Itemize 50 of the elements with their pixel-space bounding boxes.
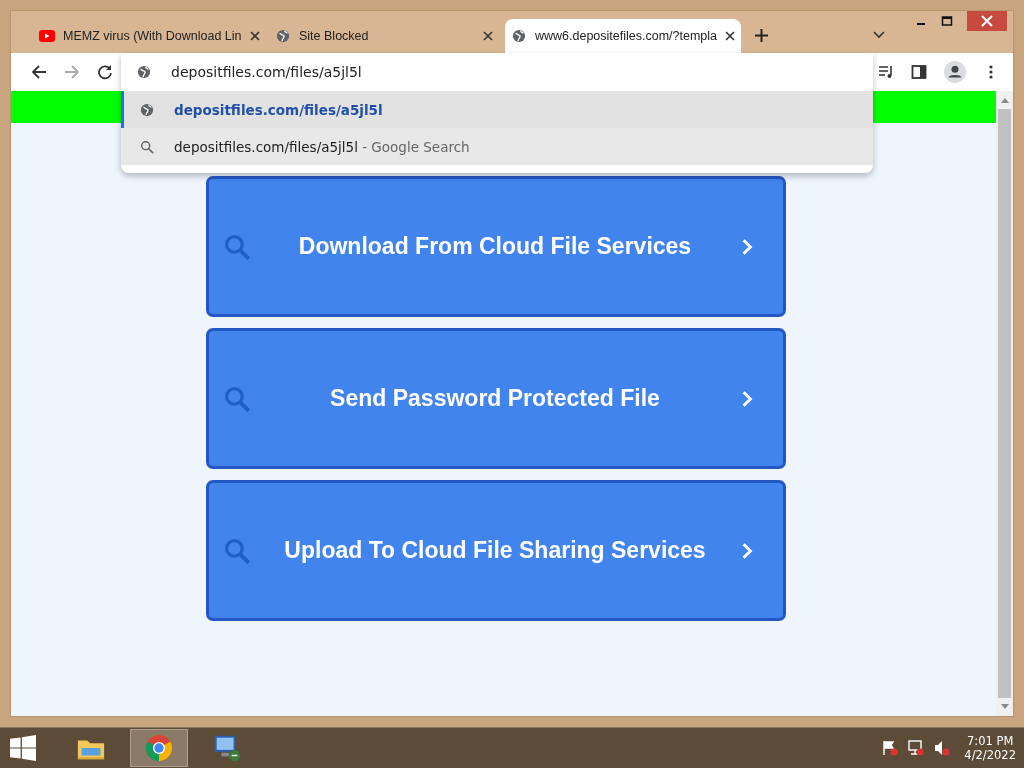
- new-tab-icon[interactable]: [755, 29, 768, 42]
- chevron-right-icon: [740, 237, 753, 256]
- search-icon: [140, 139, 154, 154]
- close-icon[interactable]: [725, 31, 736, 41]
- suggestion-item[interactable]: depositfiles.com/files/a5jl5l: [121, 91, 873, 128]
- maximize-icon[interactable]: [941, 15, 953, 27]
- play-logo-icon: [39, 29, 55, 43]
- browser-tab[interactable]: www6.depositefiles.com/?templa: [505, 19, 741, 53]
- network-icon[interactable]: [908, 740, 925, 756]
- clock-date: 4/2/2022: [964, 748, 1016, 762]
- back-arrow-icon[interactable]: [31, 64, 47, 80]
- search-icon: [223, 385, 250, 412]
- browser-tab[interactable]: Site Blocked: [269, 19, 505, 53]
- search-icon: [223, 537, 250, 564]
- service-button[interactable]: Send Password Protected File: [205, 328, 786, 469]
- tab-list-chevron-icon[interactable]: [873, 31, 885, 39]
- close-icon[interactable]: [249, 31, 260, 41]
- globe-icon: [140, 102, 154, 117]
- tab-title: www6.depositefiles.com/?templa: [535, 29, 718, 43]
- profile-avatar-icon[interactable]: [944, 61, 966, 83]
- globe-icon: [137, 65, 151, 79]
- scroll-up-icon[interactable]: [1000, 97, 1009, 103]
- windows-logo-icon[interactable]: [10, 735, 36, 761]
- side-panel-icon[interactable]: [911, 64, 927, 80]
- close-window-icon[interactable]: [967, 11, 1007, 31]
- chrome-logo-icon: [144, 733, 174, 763]
- chevron-right-icon: [740, 541, 753, 560]
- flag-icon[interactable]: [882, 740, 899, 756]
- browser-tab[interactable]: MEMZ virus (With Download Lin: [33, 19, 269, 53]
- close-icon[interactable]: [483, 31, 493, 41]
- chevron-right-icon: [740, 389, 753, 408]
- monitor-icon: [212, 733, 242, 763]
- scroll-thumb[interactable]: [998, 109, 1011, 699]
- reload-icon[interactable]: [97, 64, 113, 80]
- speaker-muted-icon[interactable]: [934, 740, 951, 756]
- tab-title: MEMZ virus (With Download Lin: [63, 29, 242, 43]
- scroll-down-icon[interactable]: [1000, 704, 1009, 711]
- address-field[interactable]: depositfiles.com/files/a5jl5l: [171, 64, 873, 80]
- globe-icon: [275, 29, 291, 43]
- media-control-icon[interactable]: [878, 64, 894, 80]
- search-icon: [223, 233, 250, 260]
- taskbar-app[interactable]: [130, 729, 188, 767]
- scrollbar[interactable]: [996, 91, 1013, 717]
- globe-icon: [511, 29, 527, 43]
- service-button[interactable]: Upload To Cloud File Sharing Services: [205, 480, 786, 621]
- clock[interactable]: 7:01 PM 4/2/2022: [964, 734, 1016, 762]
- service-button[interactable]: Download From Cloud File Services: [205, 176, 786, 317]
- tab-title: Site Blocked: [299, 29, 370, 43]
- clock-time: 7:01 PM: [967, 734, 1014, 748]
- suggestion-item[interactable]: depositfiles.com/files/a5jl5l - Google Search: [121, 128, 873, 165]
